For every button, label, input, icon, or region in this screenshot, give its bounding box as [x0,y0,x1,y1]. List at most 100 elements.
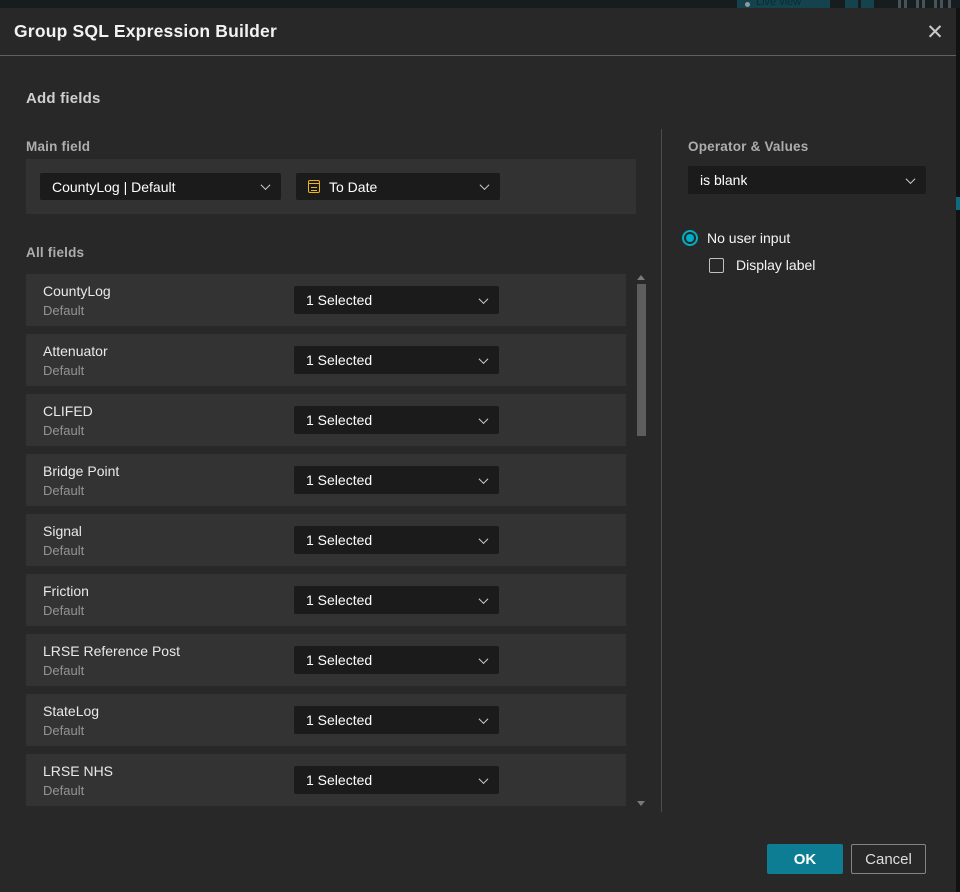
toolbar-bar-icon [898,0,901,8]
field-values-select[interactable]: 1 Selected [294,346,499,374]
field-name: CLIFED [43,403,93,419]
field-values-select[interactable]: 1 Selected [294,406,499,434]
background-app-bar: Live view [0,0,960,8]
field-row-signal: Signal Default 1 Selected [26,514,626,566]
chevron-down-icon [478,293,489,304]
no-user-input-label: No user input [707,230,791,246]
field-values-select[interactable]: 1 Selected [294,466,499,494]
field-name: Signal [43,523,82,539]
field-layer: Default [43,603,85,618]
chevron-down-icon [478,533,489,544]
toolbar-bar-icon [934,0,937,8]
dialog-header: Group SQL Expression Builder ✕ [0,8,956,56]
field-layer: Default [43,423,85,438]
group-sql-expression-builder-dialog: Group SQL Expression Builder ✕ Add field… [0,8,956,892]
field-values-select[interactable]: 1 Selected [294,646,499,674]
field-values-select[interactable]: 1 Selected [294,526,499,554]
all-fields-label: All fields [26,245,85,260]
field-row-countylog: CountyLog Default 1 Selected [26,274,626,326]
all-fields-list: CountyLog Default 1 Selected Attenuator … [26,274,626,806]
close-icon[interactable]: ✕ [918,15,952,49]
field-layer: Default [43,543,85,558]
scrollbar-thumb[interactable] [637,284,646,436]
chevron-down-icon [479,180,490,191]
panel-divider [661,129,662,812]
chevron-down-icon [478,713,489,724]
field-values-select[interactable]: 1 Selected [294,766,499,794]
field-row-statelog: StateLog Default 1 Selected [26,694,626,746]
values-select-value: 1 Selected [306,472,373,488]
chevron-down-icon [905,173,916,184]
field-values-select[interactable]: 1 Selected [294,706,499,734]
toolbar-icon [845,0,858,8]
layer-select-value: CountyLog | Default [52,178,176,195]
field-name: Friction [43,583,89,599]
live-view-label: Live view [756,0,802,8]
field-name: StateLog [43,703,100,719]
field-values-select[interactable]: 1 Selected [294,286,499,314]
field-name: LRSE Reference Post [43,643,180,659]
field-name: Bridge Point [43,463,120,479]
chevron-down-icon [478,593,489,604]
field-name: LRSE NHS [43,763,114,779]
toolbar-bar-icon [904,0,907,8]
chevron-down-icon [478,773,489,784]
live-dot-icon [745,2,750,7]
ok-button[interactable]: OK [767,844,843,874]
chevron-down-icon [478,473,489,484]
live-view-button[interactable]: Live view [737,0,830,8]
values-select-value: 1 Selected [306,712,373,728]
fields-scrollbar[interactable] [635,272,648,818]
values-select-value: 1 Selected [306,772,373,788]
toolbar-bar-icon [916,0,919,8]
cancel-button[interactable]: Cancel [851,844,926,874]
operator-select-value: is blank [700,172,748,188]
field-select-value: To Date [329,178,378,195]
main-field-field-select[interactable]: To Date [296,173,500,200]
field-row-clifed: CLIFED Default 1 Selected [26,394,626,446]
background-app-edge-accent [956,197,960,210]
toolbar-bar-icon [940,0,943,8]
field-row-lrse-reference-post: LRSE Reference Post Default 1 Selected [26,634,626,686]
field-row-attenuator: Attenuator Default 1 Selected [26,334,626,386]
checkbox-unchecked-icon [709,257,724,273]
toolbar-icon [861,0,874,8]
main-field-label: Main field [26,139,91,154]
display-label-text: Display label [736,257,816,273]
dialog-title: Group SQL Expression Builder [14,21,277,41]
calendar-icon [308,180,320,193]
chevron-down-icon [478,413,489,424]
field-row-lrse-nhs: LRSE NHS Default 1 Selected [26,754,626,806]
values-select-value: 1 Selected [306,532,373,548]
values-select-value: 1 Selected [306,592,373,608]
background-app-edge [956,8,960,892]
values-select-value: 1 Selected [306,352,373,368]
field-layer: Default [43,363,85,378]
scroll-up-icon[interactable] [637,275,645,280]
field-layer: Default [43,783,85,798]
field-name: Attenuator [43,343,108,359]
field-layer: Default [43,483,85,498]
field-row-friction: Friction Default 1 Selected [26,574,626,626]
values-select-value: 1 Selected [306,292,373,308]
field-layer: Default [43,723,85,738]
main-field-layer-select[interactable]: CountyLog | Default [40,173,281,200]
chevron-down-icon [478,653,489,664]
screen: Live view Group SQL Expression Builder ✕… [0,0,960,892]
display-label-checkbox[interactable]: Display label [709,257,815,273]
field-layer: Default [43,303,85,318]
no-user-input-radio[interactable]: No user input [682,230,790,246]
chevron-down-icon [478,353,489,364]
values-select-value: 1 Selected [306,412,373,428]
field-name: CountyLog [43,283,111,299]
field-values-select[interactable]: 1 Selected [294,586,499,614]
toolbar-bar-icon [948,0,951,8]
add-fields-heading: Add fields [26,90,101,107]
main-field-box: CountyLog | Default To Date [26,159,636,214]
radio-selected-icon [682,230,698,246]
scroll-down-icon[interactable] [637,801,645,806]
field-layer: Default [43,663,85,678]
toolbar-bar-icon [922,0,925,8]
operator-values-heading: Operator & Values [688,139,809,154]
operator-select[interactable]: is blank [688,166,926,194]
